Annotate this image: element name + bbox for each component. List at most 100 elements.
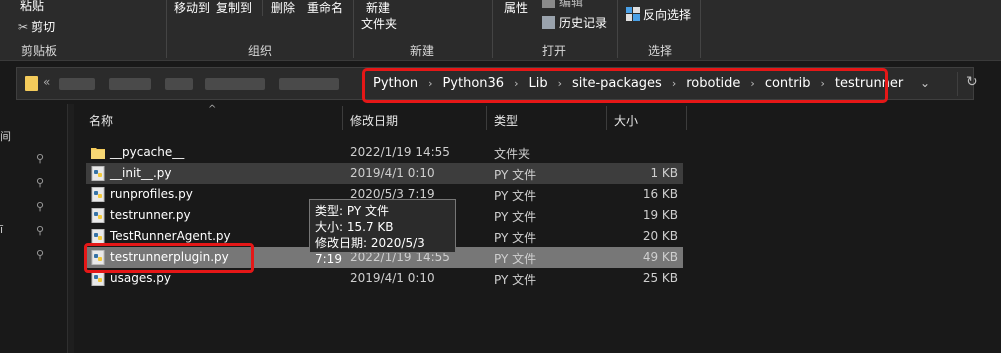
pin-icon: ⚲ bbox=[36, 152, 45, 165]
address-row: « Python › Python36 › Lib › site-package… bbox=[0, 62, 1001, 104]
column-type-header[interactable]: 类型 bbox=[494, 112, 518, 129]
ribbon-divider bbox=[262, 0, 263, 16]
file-name: TestRunnerAgent.py bbox=[110, 229, 231, 243]
file-name: usages.py bbox=[110, 271, 171, 285]
column-divider[interactable] bbox=[686, 106, 687, 130]
invert-selection-icon bbox=[626, 7, 640, 21]
pin-icon: ⚲ bbox=[36, 200, 45, 213]
edit-icon bbox=[542, 0, 555, 8]
ribbon-divider bbox=[353, 0, 354, 58]
file-size: 16 KB bbox=[642, 187, 678, 201]
open-group-label: 打开 bbox=[542, 44, 567, 58]
organize-group-label: 组织 bbox=[248, 44, 273, 58]
file-row[interactable]: usages.py 2019/4/1 0:10 PY 文件 25 KB bbox=[86, 268, 683, 289]
history-label: 历史记录 bbox=[559, 16, 608, 30]
tooltip-type-line: 类型: PY 文件 bbox=[315, 204, 389, 218]
file-row[interactable]: __init__.py 2019/4/1 0:10 PY 文件 1 KB bbox=[86, 163, 683, 184]
file-name: __pycache__ bbox=[110, 145, 185, 159]
column-divider[interactable] bbox=[342, 106, 343, 130]
breadcrumb-robotide[interactable]: robotide bbox=[682, 76, 744, 91]
chevron-right-icon[interactable]: › bbox=[422, 77, 438, 90]
cut-button[interactable]: ✂ 剪切 bbox=[18, 18, 55, 35]
folder-icon bbox=[91, 145, 105, 160]
redacted-path-segment bbox=[109, 78, 151, 90]
python-file-icon bbox=[91, 166, 105, 181]
file-name: runprofiles.py bbox=[110, 187, 193, 201]
refresh-icon[interactable]: ↻ bbox=[966, 74, 978, 90]
ribbon-divider bbox=[700, 0, 701, 58]
column-header: ^ 名称 修改日期 类型 大小 bbox=[74, 104, 1001, 130]
redacted-path-segment bbox=[279, 78, 339, 90]
redacted-path-segment bbox=[205, 78, 265, 90]
file-type: PY 文件 bbox=[494, 273, 537, 287]
address-bar[interactable]: « Python › Python36 › Lib › site-package… bbox=[16, 67, 978, 100]
file-type: PY 文件 bbox=[494, 210, 537, 224]
tooltip-size-line: 大小: 15.7 KB bbox=[315, 220, 394, 234]
navigation-pane: 间 ī ⚲ ⚲ ⚲ ⚲ ⚲ bbox=[0, 104, 68, 353]
file-size: 49 KB bbox=[642, 250, 678, 264]
breadcrumb-contrib[interactable]: contrib bbox=[761, 76, 815, 91]
chevron-right-icon[interactable]: › bbox=[744, 77, 760, 90]
breadcrumb: Python › Python36 › Lib › site-packages … bbox=[369, 76, 907, 91]
invert-selection-button[interactable]: 反向选择 bbox=[626, 6, 691, 23]
new-group-label: 新建 bbox=[410, 44, 435, 58]
file-type: PY 文件 bbox=[494, 189, 537, 203]
column-divider[interactable] bbox=[606, 106, 607, 130]
new-folder-button-line1[interactable]: 新建 bbox=[366, 0, 390, 16]
chevron-down-icon[interactable]: ⌄ bbox=[920, 76, 930, 90]
nav-item-fragment[interactable]: 间 bbox=[0, 128, 11, 144]
folder-icon bbox=[25, 76, 38, 91]
python-file-icon bbox=[91, 187, 105, 202]
chevron-right-icon[interactable]: › bbox=[508, 77, 524, 90]
copy-to-button[interactable]: 复制到 bbox=[216, 0, 252, 16]
move-to-button[interactable]: 移动到 bbox=[174, 0, 210, 16]
ribbon: 粘贴 ✂ 剪切 剪贴板 移动到 复制到 删除 重命名 组织 新建 文件夹 新建 属… bbox=[0, 0, 1001, 61]
breadcrumb-lib[interactable]: Lib bbox=[524, 76, 551, 91]
sort-indicator-icon: ^ bbox=[208, 104, 217, 115]
breadcrumb-testrunner[interactable]: testrunner bbox=[831, 76, 907, 91]
ribbon-divider bbox=[617, 0, 618, 58]
column-name-header[interactable]: 名称 bbox=[89, 112, 113, 129]
select-group-label: 选择 bbox=[648, 44, 673, 58]
properties-button[interactable]: 属性 bbox=[504, 0, 528, 16]
nav-item-fragment[interactable]: ī bbox=[0, 223, 3, 236]
cut-label: 剪切 bbox=[31, 20, 56, 34]
chevron-right-icon[interactable]: › bbox=[666, 77, 682, 90]
file-date: 2022/1/19 14:55 bbox=[350, 145, 450, 159]
python-file-icon bbox=[91, 250, 105, 265]
file-name: testrunner.py bbox=[110, 208, 191, 222]
python-file-icon bbox=[91, 208, 105, 223]
breadcrumb-site-packages[interactable]: site-packages bbox=[568, 76, 666, 91]
address-divider bbox=[957, 72, 958, 96]
rename-button[interactable]: 重命名 bbox=[307, 0, 343, 16]
edit-button[interactable]: 编辑 bbox=[542, 0, 583, 10]
breadcrumb-python[interactable]: Python bbox=[369, 76, 422, 91]
file-list: ^ 名称 修改日期 类型 大小 __pycache__ 2022/1/19 14:… bbox=[74, 104, 1001, 353]
file-size: 25 KB bbox=[642, 271, 678, 285]
breadcrumb-overflow-icon[interactable]: « bbox=[43, 75, 50, 89]
file-type: PY 文件 bbox=[494, 231, 537, 245]
tooltip-date-line: 修改日期: 2020/5/3 7:19 bbox=[315, 236, 425, 266]
new-folder-button-line2[interactable]: 文件夹 bbox=[361, 15, 397, 32]
ribbon-divider bbox=[492, 0, 493, 58]
delete-button[interactable]: 删除 bbox=[271, 0, 295, 16]
paste-button[interactable]: 粘贴 bbox=[20, 0, 44, 14]
python-file-icon bbox=[91, 271, 105, 286]
chevron-right-icon[interactable]: › bbox=[814, 77, 830, 90]
column-divider[interactable] bbox=[486, 106, 487, 130]
history-icon bbox=[542, 16, 555, 29]
file-size: 1 KB bbox=[650, 166, 678, 180]
file-row[interactable]: __pycache__ 2022/1/19 14:55 文件夹 bbox=[86, 142, 683, 163]
python-file-icon bbox=[91, 229, 105, 244]
history-button[interactable]: 历史记录 bbox=[542, 14, 607, 31]
scissors-icon: ✂ bbox=[18, 20, 29, 34]
chevron-right-icon[interactable]: › bbox=[552, 77, 568, 90]
file-name: __init__.py bbox=[110, 166, 172, 180]
breadcrumb-python36[interactable]: Python36 bbox=[438, 76, 508, 91]
column-date-header[interactable]: 修改日期 bbox=[350, 112, 398, 129]
file-name: testrunnerplugin.py bbox=[110, 250, 229, 264]
edit-label: 编辑 bbox=[559, 0, 584, 9]
file-date: 2019/4/1 0:10 bbox=[350, 166, 435, 180]
column-size-header[interactable]: 大小 bbox=[614, 112, 638, 129]
ribbon-divider bbox=[166, 0, 167, 58]
